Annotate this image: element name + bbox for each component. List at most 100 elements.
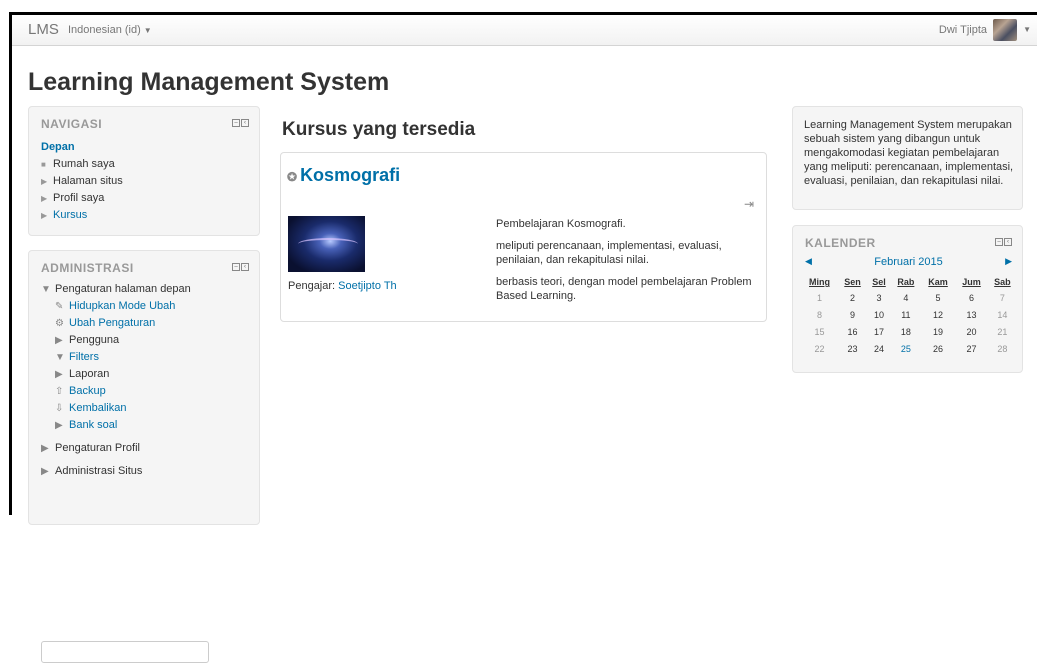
calendar-day: 16 bbox=[847, 326, 858, 337]
calendar-day: 27 bbox=[966, 343, 977, 354]
course-teacher: Pengajar: Soetjipto Th bbox=[288, 280, 397, 292]
nav-item-kursus[interactable]: Kursus bbox=[53, 209, 87, 221]
admin-item-backup[interactable]: Backup bbox=[69, 385, 106, 397]
calendar-day: 26 bbox=[933, 343, 944, 354]
course-name[interactable]: Kosmografi bbox=[300, 165, 400, 185]
triangle-right-icon[interactable]: ▶ bbox=[41, 173, 53, 190]
calendar-day: 14 bbox=[997, 309, 1008, 320]
administration-header: ADMINISTRASI bbox=[41, 261, 134, 275]
calendar-day: 1 bbox=[816, 292, 822, 303]
language-menu[interactable]: Indonesian (id) ▼ bbox=[68, 24, 152, 36]
triangle-right-icon[interactable]: ▶ bbox=[55, 332, 69, 349]
weekday-header: Rab bbox=[897, 277, 915, 287]
weekday-header: Jum bbox=[962, 277, 981, 287]
calendar-day: 4 bbox=[903, 292, 909, 303]
block-controls: – ‹ bbox=[232, 119, 249, 127]
calendar-day: 21 bbox=[997, 326, 1008, 337]
dock-icon[interactable]: ‹ bbox=[1004, 238, 1012, 246]
administration-list: ▼ Pengaturan halaman depan ✎ Hidupkan Mode… bbox=[41, 281, 191, 480]
calendar-day: 24 bbox=[873, 343, 884, 354]
dock-icon[interactable]: ‹ bbox=[241, 263, 249, 271]
triangle-right-icon[interactable]: ▶ bbox=[41, 207, 53, 224]
triangle-down-icon[interactable]: ▼ bbox=[41, 281, 55, 298]
course-image bbox=[288, 216, 365, 272]
admin-item-profile-settings[interactable]: Pengaturan Profil bbox=[55, 442, 140, 454]
calendar-day: 5 bbox=[935, 292, 941, 303]
previous-month-icon[interactable]: ◀ bbox=[805, 256, 812, 267]
teacher-link[interactable]: Soetjipto Th bbox=[338, 280, 397, 292]
admin-item-settings[interactable]: Ubah Pengaturan bbox=[69, 317, 155, 329]
site-description-block: Learning Management System merupakan seb… bbox=[792, 106, 1023, 210]
summary-paragraph: meliputi perencanaan, implementasi, eval… bbox=[496, 240, 722, 266]
calendar-day: 2 bbox=[850, 292, 856, 303]
teacher-label: Pengajar: bbox=[288, 280, 336, 292]
filter-icon: ▼ bbox=[55, 352, 65, 363]
nav-item-profil-saya[interactable]: Profil saya bbox=[53, 192, 104, 204]
course-link[interactable]: ✪ Kosmografi bbox=[287, 165, 400, 186]
weekday-header: Sen bbox=[844, 277, 861, 287]
block-controls: – ‹ bbox=[232, 263, 249, 271]
collapse-icon[interactable]: – bbox=[232, 263, 240, 271]
calendar-day-today[interactable]: 25 bbox=[891, 340, 921, 357]
admin-item-question-bank[interactable]: Bank soal bbox=[69, 419, 117, 431]
user-name[interactable]: Dwi Tjipta bbox=[939, 24, 987, 36]
calendar-day: 9 bbox=[850, 309, 856, 320]
site-brand[interactable]: LMS bbox=[28, 21, 59, 38]
summary-paragraph: Pembelajaran Kosmografi. bbox=[496, 218, 626, 230]
calendar-day: 15 bbox=[814, 326, 825, 337]
summary-paragraph: berbasis teori, dengan model pembelajara… bbox=[496, 276, 752, 302]
screenshot-border-left bbox=[9, 12, 12, 515]
calendar-table: Ming Sen Sel Rab Kam Jum Sab 1 2 3 4 5 6… bbox=[801, 275, 1017, 357]
admin-search-input[interactable] bbox=[41, 641, 209, 663]
weekday-header: Kam bbox=[928, 277, 948, 287]
triangle-right-icon[interactable]: ▶ bbox=[41, 463, 55, 480]
administration-block: ADMINISTRASI – ‹ ▼ Pengaturan halaman dep… bbox=[28, 250, 260, 663]
download-icon: ⇩ bbox=[55, 403, 64, 414]
course-summary: Pembelajaran Kosmografi. meliputi perenc… bbox=[496, 217, 756, 311]
triangle-right-icon[interactable]: ▶ bbox=[41, 440, 55, 457]
calendar-day: 28 bbox=[997, 343, 1008, 354]
admin-item-filters[interactable]: Filters bbox=[69, 351, 99, 363]
language-label: Indonesian (id) bbox=[68, 24, 141, 36]
calendar-day: 18 bbox=[900, 326, 911, 337]
admin-item-reports[interactable]: Laporan bbox=[69, 368, 109, 380]
triangle-right-icon[interactable]: ▶ bbox=[55, 366, 69, 383]
weekday-header: Ming bbox=[809, 277, 830, 287]
calendar-block: KALENDER – ‹ Februari 2015 ◀ ▶ Ming Sen … bbox=[792, 225, 1023, 373]
admin-item-edit-mode[interactable]: Hidupkan Mode Ubah bbox=[69, 300, 175, 312]
upload-icon: ⇧ bbox=[55, 386, 64, 397]
calendar-day: 11 bbox=[901, 309, 911, 320]
admin-item-restore[interactable]: Kembalikan bbox=[69, 402, 126, 414]
calendar-day: 23 bbox=[847, 343, 858, 354]
avatar[interactable] bbox=[993, 19, 1017, 41]
calendar-day: 10 bbox=[873, 309, 884, 320]
weekday-header: Sab bbox=[994, 277, 1011, 287]
calendar-day: 17 bbox=[873, 326, 884, 337]
calendar-day: 13 bbox=[966, 309, 977, 320]
weekday-header: Sel bbox=[872, 277, 886, 287]
nav-item-depan[interactable]: Depan bbox=[41, 141, 75, 153]
available-courses-title: Kursus yang tersedia bbox=[282, 119, 476, 140]
chevron-down-icon: ▼ bbox=[143, 25, 152, 35]
nav-item-halaman-situs[interactable]: Halaman situs bbox=[53, 175, 123, 187]
dock-icon[interactable]: ‹ bbox=[241, 119, 249, 127]
enrol-icon[interactable]: ⇥ bbox=[744, 197, 754, 211]
gear-icon: ⚙ bbox=[55, 318, 64, 329]
chevron-down-icon[interactable]: ▼ bbox=[1023, 25, 1031, 34]
admin-item-site-admin[interactable]: Administrasi Situs bbox=[55, 465, 142, 477]
pencil-icon: ✎ bbox=[55, 301, 64, 312]
admin-item-users[interactable]: Pengguna bbox=[69, 334, 119, 346]
triangle-right-icon[interactable]: ▶ bbox=[55, 417, 69, 434]
site-description: Learning Management System merupakan seb… bbox=[804, 119, 1014, 187]
nav-item-rumah-saya[interactable]: Rumah saya bbox=[53, 158, 115, 170]
collapse-icon[interactable]: – bbox=[995, 238, 1003, 246]
admin-group-frontpage[interactable]: Pengaturan halaman depan bbox=[55, 283, 191, 295]
triangle-right-icon[interactable]: ▶ bbox=[41, 190, 53, 207]
calendar-day: 20 bbox=[966, 326, 977, 337]
calendar-day: 7 bbox=[999, 292, 1005, 303]
calendar-day: 22 bbox=[814, 343, 825, 354]
calendar-month-link[interactable]: Februari 2015 bbox=[805, 256, 1012, 268]
course-card: ✪ Kosmografi ⇥ Pengajar: Soetjipto Th Pem… bbox=[280, 152, 767, 322]
collapse-icon[interactable]: – bbox=[232, 119, 240, 127]
next-month-icon[interactable]: ▶ bbox=[1005, 256, 1012, 267]
